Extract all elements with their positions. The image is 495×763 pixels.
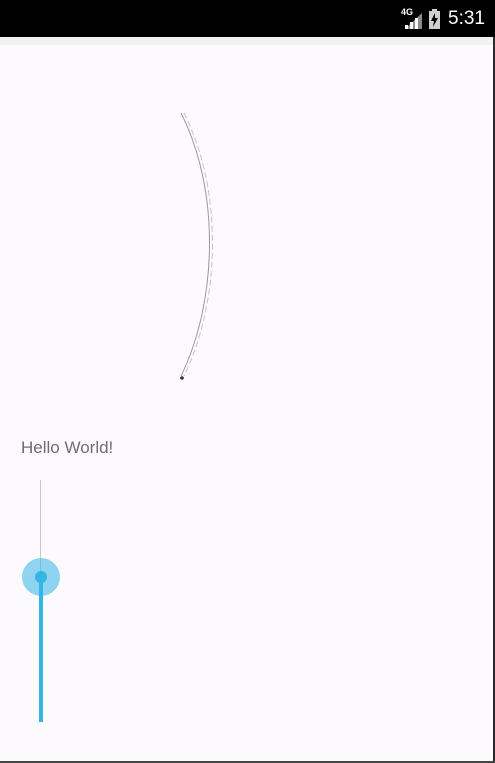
seekbar-progress-fill xyxy=(39,576,43,722)
app-screen: 4G 5:31 Hello World! xyxy=(0,0,495,763)
greeting-text: Hello World! xyxy=(21,438,114,457)
seekbar-thumb[interactable] xyxy=(35,570,47,583)
vertical-seekbar[interactable] xyxy=(20,480,62,722)
drawn-arc xyxy=(180,112,213,380)
